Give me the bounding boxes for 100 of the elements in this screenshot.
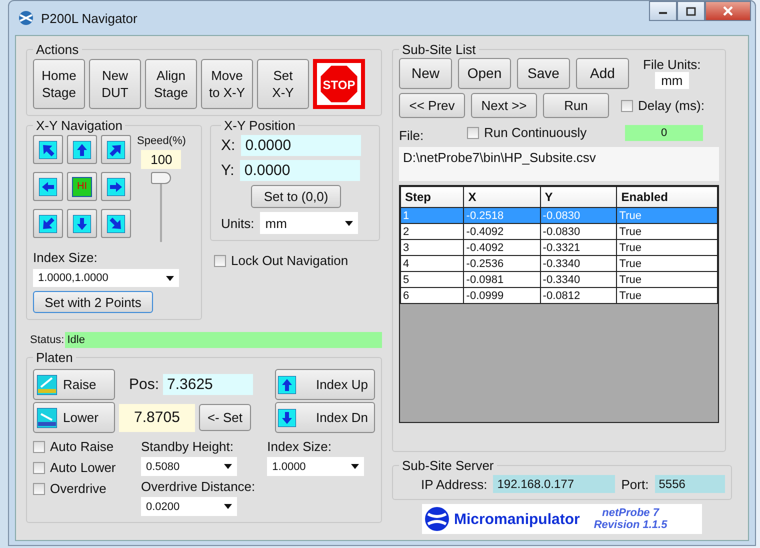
diagonal-arrow-icon xyxy=(39,214,57,232)
lower-position-field[interactable]: 7.8705 xyxy=(119,404,195,432)
units-dropdown[interactable]: mm xyxy=(260,212,358,234)
column-header[interactable]: Enabled xyxy=(616,186,718,208)
x-field[interactable]: 0.0000 xyxy=(241,135,362,156)
ip-address-label: IP Address: xyxy=(421,476,488,492)
arrow-button[interactable] xyxy=(67,135,97,164)
table-cell: -0.0981 xyxy=(464,272,540,288)
diagonal-arrow-icon xyxy=(107,214,125,232)
toolbar-button[interactable]: Open xyxy=(458,58,511,88)
checkbox[interactable] xyxy=(621,100,633,112)
arrow-button[interactable] xyxy=(33,135,63,164)
status-field: Idle xyxy=(65,332,382,348)
action-button[interactable]: Align Stage xyxy=(145,59,197,109)
speed-value: 100 xyxy=(141,150,182,169)
file-label: File: xyxy=(399,128,425,143)
diagonal-arrow-icon xyxy=(39,140,57,158)
maximize-button[interactable] xyxy=(677,1,705,21)
table-cell: True xyxy=(616,224,718,240)
table-cell: True xyxy=(616,240,718,256)
index-up-button[interactable]: Index Up xyxy=(275,369,375,400)
run-continuously-label: Run Continuously xyxy=(484,125,587,140)
table-cell: -0.0830 xyxy=(540,208,617,224)
group-title: Platen xyxy=(35,350,74,365)
checkbox[interactable] xyxy=(214,254,226,266)
down-arrow-icon xyxy=(278,408,296,426)
table-row[interactable]: 3 -0.4092 -0.3321 True xyxy=(400,240,718,256)
arrow-button[interactable] xyxy=(67,209,97,238)
checkbox[interactable] xyxy=(33,440,45,452)
toolbar-button[interactable]: Add xyxy=(576,58,629,88)
down-arrow-icon xyxy=(73,214,91,232)
action-button[interactable]: Home Stage xyxy=(33,59,85,109)
column-header[interactable]: X xyxy=(464,186,540,208)
table-cell: -0.0999 xyxy=(464,288,540,304)
minimize-button[interactable] xyxy=(649,1,677,21)
speed-label: Speed(%) xyxy=(137,135,186,147)
checkbox[interactable] xyxy=(467,126,479,138)
overdrive-distance-label: Overdrive Distance: xyxy=(141,479,256,494)
index-size-dropdown[interactable]: 1.0000,1.0000 xyxy=(33,269,179,287)
table-cell: -0.3321 xyxy=(540,240,617,256)
table-row[interactable]: 5 -0.0981 -0.3340 True xyxy=(400,272,718,288)
status-label: Status: xyxy=(30,334,64,346)
table-row[interactable]: 4 -0.2536 -0.3340 True xyxy=(400,256,718,272)
toolbar-button[interactable]: Save xyxy=(517,58,570,88)
checkbox-label: Overdrive xyxy=(50,481,106,496)
standby-height-label: Standby Height: xyxy=(141,439,235,454)
action-button[interactable]: Move to X-Y xyxy=(201,59,253,109)
action-button[interactable]: New DUT xyxy=(89,59,141,109)
lock-out-navigation-label: Lock Out Navigation xyxy=(231,253,348,268)
diagonal-arrow-icon xyxy=(107,140,125,158)
maximize-icon xyxy=(686,6,696,16)
checkbox[interactable] xyxy=(33,462,45,474)
product-name: netProbe 7 xyxy=(602,507,659,519)
index-down-button[interactable]: Index Dn xyxy=(275,402,375,433)
pos-field[interactable]: 7.3625 xyxy=(163,374,254,395)
y-field[interactable]: 0.0000 xyxy=(240,160,360,181)
toolbar-button[interactable]: New xyxy=(399,58,452,88)
toolbar-button[interactable]: Run xyxy=(543,93,609,118)
checkbox-label: Auto Lower xyxy=(50,460,116,475)
table-row[interactable]: 6 -0.0999 -0.0812 True xyxy=(400,288,718,304)
standby-height-dropdown[interactable]: 0.5080 xyxy=(141,457,237,476)
delay-field: 0 xyxy=(625,124,703,140)
arrow-button[interactable] xyxy=(101,172,131,201)
column-header[interactable]: Y xyxy=(540,186,617,208)
arrow-button[interactable] xyxy=(33,209,63,238)
index-size-dropdown[interactable]: 1.0000 xyxy=(267,457,364,476)
delay-label: Delay (ms): xyxy=(638,98,704,113)
up-arrow-icon xyxy=(278,376,296,394)
table-cell: 5 xyxy=(400,272,464,288)
lower-button[interactable]: Lower xyxy=(33,402,115,433)
toolbar-button[interactable]: << Prev xyxy=(399,93,465,118)
group-title: Actions xyxy=(35,42,80,57)
stop-button[interactable]: STOP xyxy=(313,59,365,109)
action-button[interactable]: Set X-Y xyxy=(257,59,309,109)
table-cell: -0.4092 xyxy=(464,224,540,240)
app-icon xyxy=(17,10,35,26)
right-arrow-icon xyxy=(107,178,125,196)
checkbox[interactable] xyxy=(33,482,45,494)
raise-button[interactable]: Raise xyxy=(33,369,115,400)
table-row[interactable]: 2 -0.4092 -0.0830 True xyxy=(400,224,718,240)
column-header[interactable]: Step xyxy=(400,186,464,208)
table-cell: 6 xyxy=(400,288,464,304)
table-cell: True xyxy=(616,288,718,304)
table-cell: True xyxy=(616,256,718,272)
table-cell: -0.4092 xyxy=(464,240,540,256)
left-arrow-icon xyxy=(39,178,57,196)
arrow-button[interactable] xyxy=(33,172,63,201)
table-cell: True xyxy=(616,208,718,224)
arrow-button[interactable] xyxy=(101,209,131,238)
set-button[interactable]: <- Set xyxy=(199,404,251,431)
close-button[interactable] xyxy=(705,1,751,21)
arrow-button[interactable] xyxy=(101,135,131,164)
units-label: Units: xyxy=(221,216,254,230)
table-cell: 4 xyxy=(400,256,464,272)
overdrive-distance-dropdown[interactable]: 0.0200 xyxy=(141,497,237,516)
group-title: Sub-Site List xyxy=(401,42,477,57)
set-to-zero-button[interactable]: Set to (0,0) xyxy=(251,185,341,208)
up-arrow-icon xyxy=(73,140,91,158)
toolbar-button[interactable]: Next >> xyxy=(471,93,537,118)
set-with-2-points-button[interactable]: Set with 2 Points xyxy=(33,291,153,313)
